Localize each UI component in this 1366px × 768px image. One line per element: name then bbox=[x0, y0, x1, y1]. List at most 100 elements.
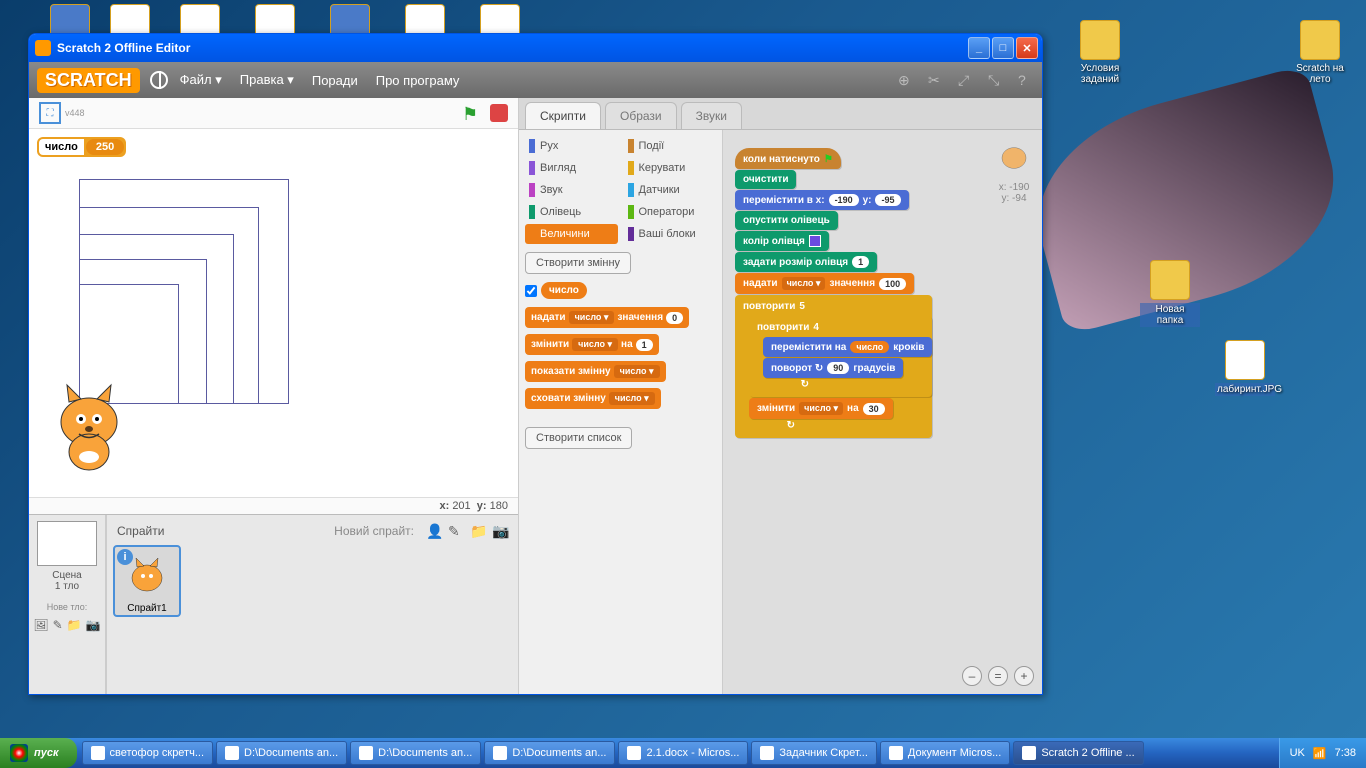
menu-file[interactable]: Файл ▾ bbox=[180, 72, 222, 88]
green-flag-button[interactable]: ⚑ bbox=[462, 104, 480, 122]
clock[interactable]: 7:38 bbox=[1335, 747, 1356, 759]
block-clear[interactable]: очистити bbox=[735, 170, 796, 189]
category-events[interactable]: Події bbox=[624, 136, 717, 156]
sprite-camera-icon[interactable]: 📷 bbox=[492, 523, 508, 539]
close-button[interactable]: ✕ bbox=[1016, 37, 1038, 59]
zoom-out-button[interactable]: – bbox=[962, 666, 982, 686]
block-change-var[interactable]: змінитичисло ▾на30 bbox=[749, 398, 893, 419]
desktop-file-labyrinth[interactable]: лабиринт.JPG bbox=[1215, 340, 1275, 396]
sprite-thumbnail[interactable]: i Спрайт1 bbox=[113, 545, 181, 617]
taskbar-item[interactable]: светофор скретч... bbox=[82, 741, 213, 765]
backdrop-count: 1 тло bbox=[35, 581, 99, 592]
help-icon[interactable]: ? bbox=[1018, 72, 1034, 88]
block-repeat-outer[interactable]: повторити5 повторити4 перемістити начисл… bbox=[735, 295, 932, 438]
shrink-icon[interactable]: ⤡ bbox=[988, 72, 1004, 88]
make-variable-button[interactable]: Створити змінну bbox=[525, 252, 631, 274]
wifi-icon[interactable]: 📶 bbox=[1313, 747, 1327, 760]
start-button[interactable]: пуск bbox=[0, 738, 77, 768]
stage-thumbnail[interactable] bbox=[37, 521, 97, 566]
app-icon bbox=[35, 40, 51, 56]
script-canvas[interactable]: x: -190 y: -94 коли натиснуто ⚑ очистити… bbox=[723, 130, 1042, 694]
tab-costumes[interactable]: Образи bbox=[605, 102, 677, 129]
block-turn[interactable]: поворот ↻90градусів bbox=[763, 358, 903, 378]
category-control[interactable]: Керувати bbox=[624, 158, 717, 178]
taskbar-item[interactable]: 2.1.docx - Micros... bbox=[618, 741, 748, 765]
menu-about[interactable]: Про програму bbox=[376, 73, 460, 88]
backdrop-camera-icon[interactable]: 📷 bbox=[86, 618, 101, 630]
taskbar-item[interactable]: Scratch 2 Offline ... bbox=[1013, 741, 1143, 765]
sprite-info-display: x: -190 y: -94 bbox=[994, 138, 1034, 204]
category-operators[interactable]: Оператори bbox=[624, 202, 717, 222]
category-pen[interactable]: Олівець bbox=[525, 202, 618, 222]
tab-scripts[interactable]: Скрипти bbox=[525, 102, 601, 129]
backdrop-upload-icon[interactable]: 📁 bbox=[67, 618, 82, 630]
variable-checkbox[interactable] bbox=[525, 285, 537, 297]
window-title: Scratch 2 Offline Editor bbox=[57, 41, 966, 55]
scratch-window: Scratch 2 Offline Editor _ □ ✕ SCRATCH Ф… bbox=[28, 33, 1043, 695]
category-motion[interactable]: Рух bbox=[525, 136, 618, 156]
stage-label: Сцена bbox=[35, 570, 99, 581]
block-hide-variable[interactable]: сховати зміннучисло ▾ bbox=[525, 388, 661, 409]
block-repeat-inner[interactable]: повторити4 перемістити начислокроків пов… bbox=[749, 316, 932, 397]
block-goto[interactable]: перемістити в x:-190y:-95 bbox=[735, 190, 909, 210]
backdrop-library-icon[interactable]: 🖼 bbox=[33, 618, 48, 630]
titlebar[interactable]: Scratch 2 Offline Editor _ □ ✕ bbox=[29, 34, 1042, 62]
sprite-paint-icon[interactable]: ✎ bbox=[448, 523, 464, 539]
duplicate-icon[interactable]: ⊕ bbox=[898, 72, 914, 88]
category-looks[interactable]: Вигляд bbox=[525, 158, 618, 178]
block-set-variable[interactable]: надатичисло ▾значення0 bbox=[525, 307, 689, 328]
system-tray[interactable]: UK 📶 7:38 bbox=[1279, 738, 1366, 768]
new-sprite-label: Новий спрайт: bbox=[334, 524, 414, 538]
language-indicator[interactable]: UK bbox=[1290, 747, 1305, 759]
category-data[interactable]: Величини bbox=[525, 224, 618, 244]
backdrop-paint-icon[interactable]: ✎ bbox=[53, 618, 63, 630]
category-more[interactable]: Ваші блоки bbox=[624, 224, 717, 244]
sprite-library-icon[interactable]: 👤 bbox=[426, 523, 442, 539]
menu-edit[interactable]: Правка ▾ bbox=[240, 72, 294, 88]
taskbar-item[interactable]: D:\Documents an... bbox=[484, 741, 615, 765]
zoom-in-button[interactable]: + bbox=[1014, 666, 1034, 686]
maximize-button[interactable]: □ bbox=[992, 37, 1014, 59]
language-icon[interactable] bbox=[150, 71, 168, 89]
block-when-flag[interactable]: коли натиснуто ⚑ bbox=[735, 148, 841, 169]
sprite-upload-icon[interactable]: 📁 bbox=[470, 523, 486, 539]
sprite-info-icon[interactable]: i bbox=[117, 549, 133, 565]
taskbar-item[interactable]: Документ Micros... bbox=[880, 741, 1010, 765]
grow-icon[interactable]: ⤢ bbox=[958, 72, 974, 88]
make-list-button[interactable]: Створити список bbox=[525, 427, 632, 449]
menu-tips[interactable]: Поради bbox=[312, 73, 358, 88]
zoom-reset-button[interactable]: = bbox=[988, 666, 1008, 686]
desktop-folder-conditions[interactable]: Условия заданий bbox=[1070, 20, 1130, 85]
block-set-var[interactable]: надатичисло ▾значення100 bbox=[735, 273, 914, 294]
block-pen-color[interactable]: колір олівця bbox=[735, 231, 829, 251]
stop-button[interactable] bbox=[490, 104, 508, 122]
variable-checkbox-row[interactable]: число bbox=[525, 282, 716, 299]
taskbar-item[interactable]: Задачник Скрет... bbox=[751, 741, 877, 765]
delete-icon[interactable]: ✂ bbox=[928, 72, 944, 88]
category-sound[interactable]: Звук bbox=[525, 180, 618, 200]
variable-monitor[interactable]: число 250 bbox=[37, 137, 126, 157]
variable-pill[interactable]: число bbox=[541, 282, 587, 299]
taskbar-item[interactable]: D:\Documents an... bbox=[350, 741, 481, 765]
block-show-variable[interactable]: показати зміннучисло ▾ bbox=[525, 361, 666, 382]
block-change-variable[interactable]: змінитичисло ▾на1 bbox=[525, 334, 659, 355]
stage-coords: x: 201 y: 180 bbox=[29, 497, 518, 514]
stage[interactable]: число 250 bbox=[29, 129, 518, 497]
taskbar-item[interactable]: D:\Documents an... bbox=[216, 741, 347, 765]
version-label: v448 bbox=[65, 108, 85, 118]
fullscreen-icon[interactable]: ⛶ bbox=[39, 102, 61, 124]
taskbar: пуск светофор скретч...D:\Documents an..… bbox=[0, 738, 1366, 768]
tab-sounds[interactable]: Звуки bbox=[681, 102, 742, 129]
block-pen-size[interactable]: задати розмір олівця1 bbox=[735, 252, 877, 272]
sprite-cat[interactable] bbox=[39, 377, 139, 477]
category-sensing[interactable]: Датчики bbox=[624, 180, 717, 200]
menubar: SCRATCH Файл ▾ Правка ▾ Поради Про прогр… bbox=[29, 62, 1042, 98]
minimize-button[interactable]: _ bbox=[968, 37, 990, 59]
block-pen-down[interactable]: опустити олівець bbox=[735, 211, 838, 230]
new-backdrop-label: Нове тло: bbox=[35, 602, 99, 612]
sprites-label: Спрайти bbox=[117, 524, 164, 538]
desktop-folder-new[interactable]: Новая папка bbox=[1140, 260, 1200, 327]
scratch-logo: SCRATCH bbox=[37, 68, 140, 93]
block-move[interactable]: перемістити начислокроків bbox=[763, 337, 932, 357]
desktop-folder-scratch-summer[interactable]: Scratch на лето bbox=[1290, 20, 1350, 85]
